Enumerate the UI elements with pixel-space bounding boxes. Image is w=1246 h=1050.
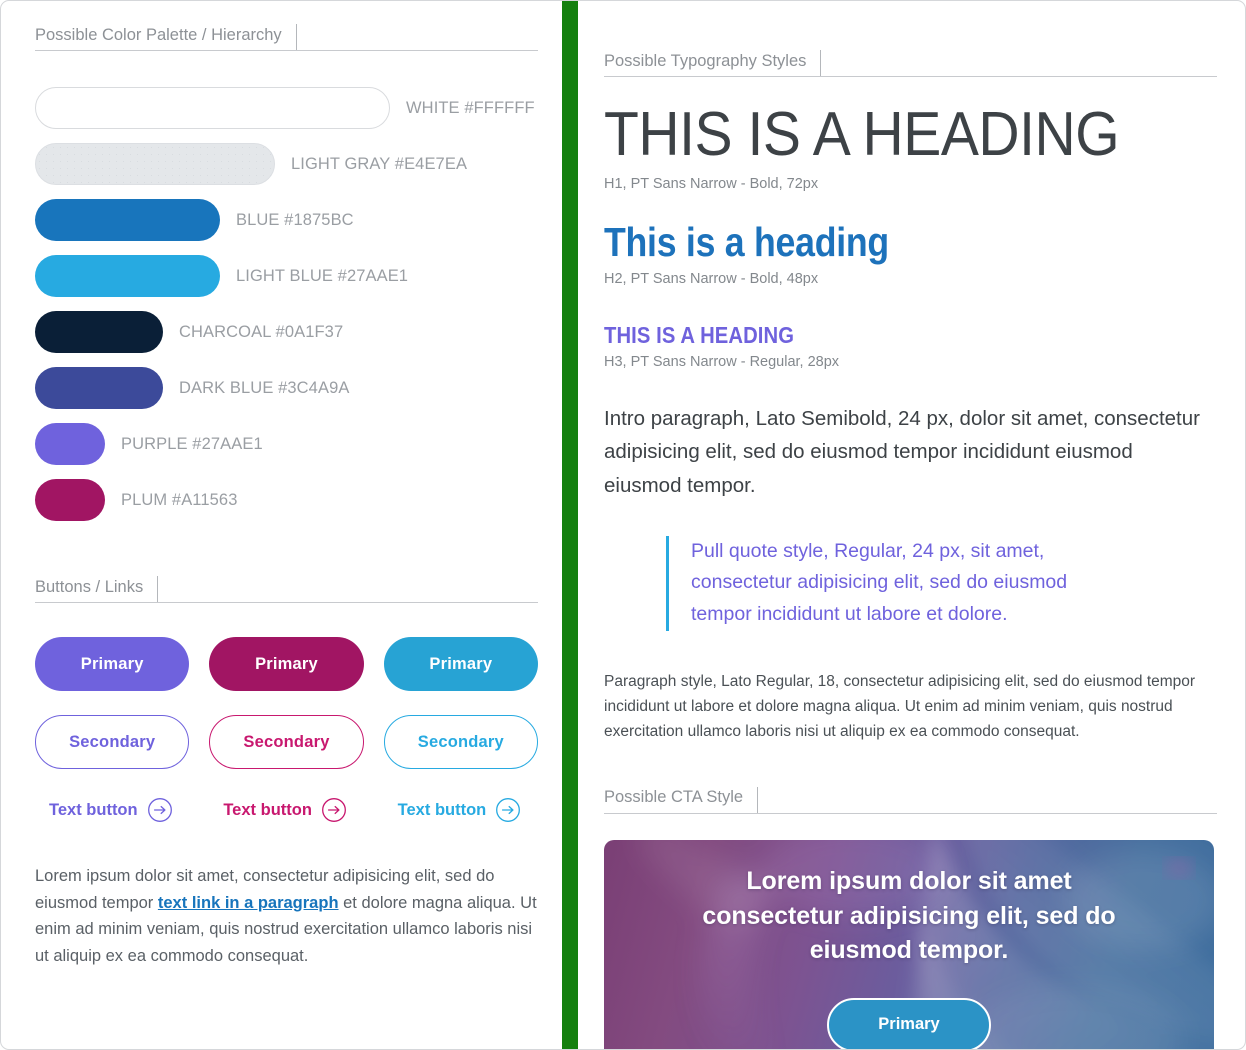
swatch-label: WHITE #FFFFFF [406,98,535,117]
buttons-section: Buttons / Links Primary Primary Primary … [35,573,538,970]
h1-caption: H1, PT Sans Narrow - Bold, 72px [604,176,819,193]
text-button-label: Text button [49,800,138,819]
header-tick-mark [157,576,159,602]
cta-card: Lorem ipsum dolor sit amet consectetur a… [604,839,1214,1049]
right-column: Possible Typography Styles THIS IS A HEA… [578,1,1245,1049]
swatch-charcoal [35,311,163,353]
swatch-label: PURPLE #27AAE1 [121,434,263,453]
h3-caption: H3, PT Sans Narrow - Regular, 28px [604,354,840,371]
arrow-right-circle-icon [321,798,346,822]
intro-paragraph-sample: Intro paragraph, Lato Semibold, 24 px, d… [604,407,1200,497]
swatch-dark-blue [35,367,163,409]
swatch-plum [35,479,105,521]
link-example-paragraph: Lorem ipsum dolor sit amet, consectetur … [35,863,540,970]
buttons-section-title: Buttons / Links [35,577,144,596]
color-swatch-list: WHITE #FFFFFF LIGHT GRAY #E4E7EA BLUE #1… [35,87,538,521]
text-button-label: Text button [223,800,312,819]
h2-sample-text: This is a heading [604,219,889,266]
typography-section-title: Possible Typography Styles [604,51,807,70]
arrow-right-circle-icon [147,798,172,822]
swatch-light-gray [35,143,275,185]
swatch-row: PURPLE #27AAE1 [35,423,538,465]
header-tick-mark [295,24,297,50]
swatch-white [35,87,390,129]
swatch-row: LIGHT BLUE #27AAE1 [35,255,538,297]
typography-section-header: Possible Typography Styles [604,47,1217,77]
secondary-button-light-blue[interactable]: Secondary [383,715,538,769]
h2-caption: H2, PT Sans Narrow - Bold, 48px [604,271,819,288]
cta-headline: Lorem ipsum dolor sit amet consectetur a… [702,867,1116,965]
text-button-row: Text button Text button Text button [35,793,538,827]
cta-section-header: Possible CTA Style [604,784,1217,814]
header-tick-mark [757,786,759,813]
text-button-label: Text button [397,800,487,819]
primary-button-row: Primary Primary Primary [35,637,538,691]
swatch-row: BLUE #1875BC [35,199,538,241]
swatch-label: LIGHT GRAY #E4E7EA [291,154,468,173]
header-tick-mark [820,50,822,76]
h3-sample-text: THIS IS A HEADING [604,322,795,349]
column-divider-bar [562,1,578,1049]
swatch-label: DARK BLUE #3C4A9A [179,378,350,397]
swatch-purple [35,423,105,465]
h1-sample-text: THIS IS A HEADING [604,100,1120,169]
swatch-blue [35,199,220,241]
swatch-row: PLUM #A11563 [35,479,538,521]
text-button-purple[interactable]: Text button [35,793,189,827]
swatch-label: LIGHT BLUE #27AAE1 [236,266,409,285]
swatch-row: CHARCOAL #0A1F37 [35,311,538,353]
color-palette-section-header: Possible Color Palette / Hierarchy [35,21,538,51]
secondary-button-purple[interactable]: Secondary [35,715,190,769]
left-column: Possible Color Palette / Hierarchy WHITE… [1,1,562,1049]
swatch-label: PLUM #A11563 [121,490,238,509]
body-paragraph-sample: Paragraph style, Lato Regular, 18, conse… [604,672,1196,740]
pull-quote-sample: Pull quote style, Regular, 24 px, sit am… [666,535,1086,631]
style-guide-page: Possible Color Palette / Hierarchy WHITE… [0,0,1246,1050]
text-button-light-blue[interactable]: Text button [384,793,538,827]
swatch-label: BLUE #1875BC [236,210,354,229]
primary-button-purple[interactable]: Primary [35,637,190,691]
swatch-light-blue [35,255,220,297]
swatch-row: WHITE #FFFFFF [35,87,538,129]
arrow-right-circle-icon [496,798,521,822]
button-grid: Primary Primary Primary Secondary Second… [35,637,538,827]
swatch-row: DARK BLUE #3C4A9A [35,367,538,409]
inline-text-link[interactable]: text link in a paragraph [158,894,339,912]
secondary-button-plum[interactable]: Secondary [209,715,364,769]
cta-section: Possible CTA Style Lorem ipsum dolor sit… [604,784,1217,1049]
swatch-row: LIGHT GRAY #E4E7EA [35,143,538,185]
primary-button-light-blue[interactable]: Primary [383,637,538,691]
swatch-label: CHARCOAL #0A1F37 [179,322,344,341]
cta-primary-button[interactable]: Primary [827,997,991,1049]
buttons-section-header: Buttons / Links [35,573,538,603]
cta-section-title: Possible CTA Style [604,788,744,807]
secondary-button-row: Secondary Secondary Secondary [35,715,538,769]
color-palette-title: Possible Color Palette / Hierarchy [35,25,282,44]
primary-button-plum[interactable]: Primary [209,637,364,691]
text-button-plum[interactable]: Text button [209,793,363,827]
